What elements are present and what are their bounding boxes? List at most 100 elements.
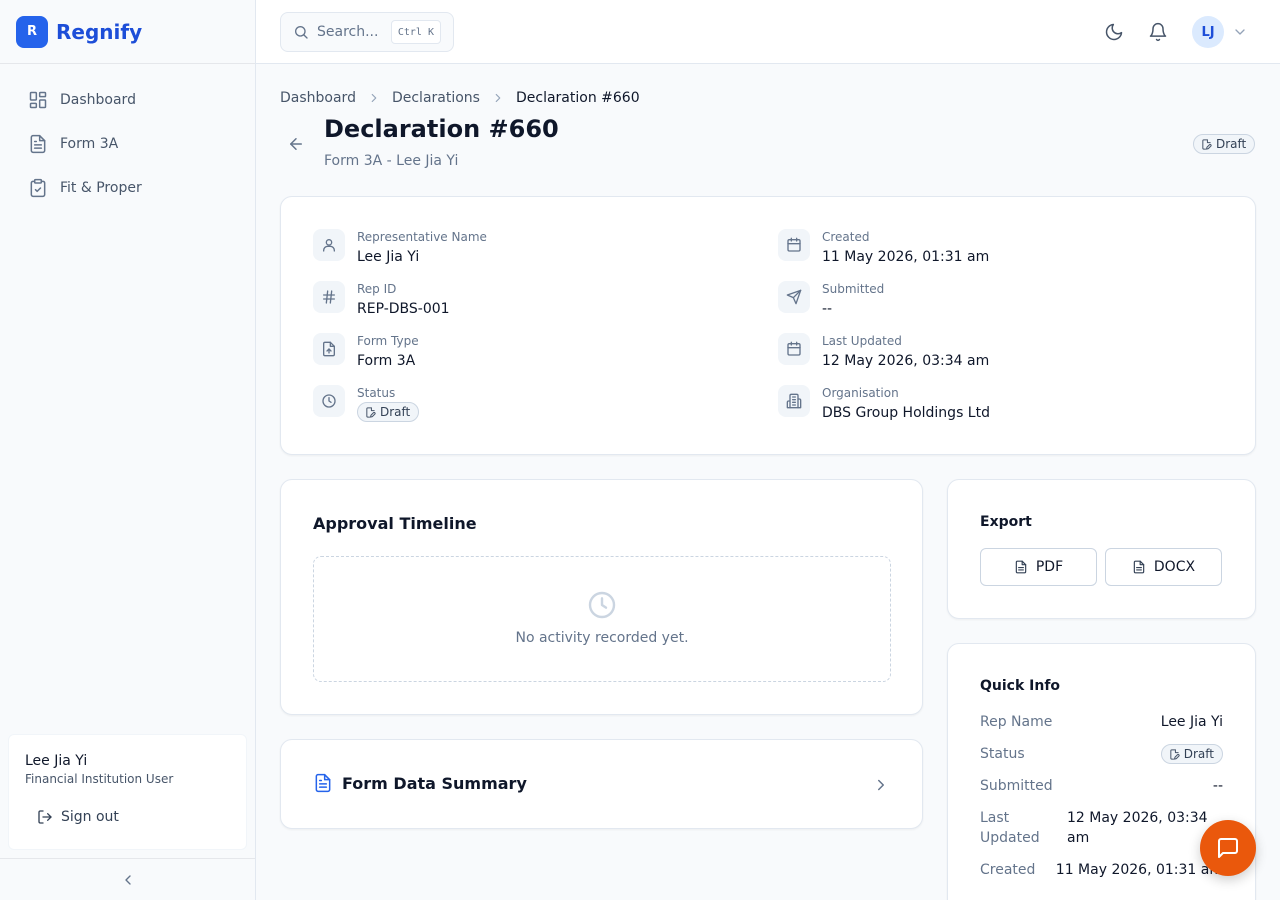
- status-badge-label: Draft: [1216, 137, 1247, 151]
- sidebar-item-label: Form 3A: [60, 136, 119, 152]
- theme-toggle-button[interactable]: [1102, 20, 1126, 44]
- status-badge: Draft: [1193, 134, 1256, 154]
- user-role: Financial Institution User: [25, 772, 174, 786]
- breadcrumb: Dashboard Declarations Declaration #660: [280, 88, 640, 108]
- status-badge-label: Draft: [380, 405, 411, 419]
- field-status: Status Draft: [313, 385, 420, 422]
- chevron-down-icon[interactable]: [1232, 24, 1248, 40]
- hash-icon: [313, 281, 345, 313]
- chevron-right-icon: [491, 91, 505, 105]
- log-out-icon: [37, 809, 53, 825]
- brand-logo: R: [16, 15, 48, 48]
- field-label: Created: [822, 230, 870, 244]
- file-text-icon: [313, 773, 333, 793]
- quick-info-value: 12 May 2026, 03:34: [1067, 810, 1208, 826]
- field-form-type: Form Type Form 3A: [313, 333, 419, 371]
- chat-button[interactable]: [1200, 820, 1256, 876]
- field-value: --: [822, 301, 833, 317]
- quick-info-value: 11 May 2026, 01:31 am: [1055, 862, 1223, 878]
- search-shortcut: Ctrl K: [390, 20, 441, 44]
- field-rep-id: Rep ID REP-DBS-001: [313, 281, 450, 319]
- timeline-empty-text: No activity recorded yet.: [515, 630, 689, 646]
- quick-info-label: Updated: [980, 830, 1040, 846]
- message-square-icon: [1216, 836, 1240, 860]
- export-docx-button[interactable]: DOCX: [1105, 548, 1222, 586]
- avatar[interactable]: LJ: [1192, 16, 1224, 48]
- clock-icon: [313, 385, 345, 417]
- field-organisation: Organisation DBS Group Holdings Ltd: [778, 385, 990, 423]
- clock-icon: [586, 589, 618, 621]
- user-icon: [313, 229, 345, 261]
- breadcrumb-dashboard[interactable]: Dashboard: [280, 90, 356, 106]
- status-badge: Draft: [1160, 744, 1223, 764]
- user-card: Lee Jia Yi Financial Institution User Si…: [8, 734, 247, 850]
- search-input[interactable]: Search... Ctrl K: [280, 12, 454, 52]
- field-label: Organisation: [822, 386, 899, 400]
- field-label: Last Updated: [822, 334, 902, 348]
- layout-grid-icon: [28, 90, 48, 110]
- approval-timeline-card: Approval Timeline No activity recorded y…: [280, 479, 923, 715]
- sidebar: R Regnify Dashboard Form 3A Fit & Proper…: [0, 0, 256, 900]
- field-label: Submitted: [822, 282, 885, 296]
- sign-out-button[interactable]: Sign out: [21, 805, 127, 829]
- form-data-summary-toggle[interactable]: Form Data Summary: [280, 739, 923, 829]
- quick-info-value: --: [1212, 778, 1223, 794]
- page-subtitle: Form 3A - Lee Jia Yi: [324, 153, 459, 169]
- export-docx-label: DOCX: [1153, 559, 1196, 575]
- sidebar-item-label: Dashboard: [60, 92, 136, 108]
- sidebar-collapse-button[interactable]: [0, 858, 255, 900]
- file-text-icon: [1132, 560, 1146, 574]
- file-text-icon: [28, 134, 48, 154]
- field-created: Created 11 May 2026, 01:31 am: [778, 229, 989, 267]
- chevron-left-icon: [120, 872, 136, 888]
- file-pen-icon: [365, 406, 376, 418]
- sign-out-label: Sign out: [61, 809, 119, 825]
- quick-info-label: Rep Name: [980, 714, 1053, 730]
- field-value: Lee Jia Yi: [357, 249, 420, 265]
- sidebar-item-fit-proper[interactable]: Fit & Proper: [16, 168, 239, 208]
- quick-info-value: am: [1067, 830, 1090, 846]
- quick-info-title: Quick Info: [980, 678, 1061, 694]
- top-bar: Search... Ctrl K LJ: [256, 0, 1280, 64]
- notifications-button[interactable]: [1146, 20, 1170, 44]
- export-pdf-button[interactable]: PDF: [980, 548, 1097, 586]
- field-label: Representative Name: [357, 230, 487, 244]
- search-icon: [293, 24, 309, 40]
- status-badge-label: Draft: [1183, 747, 1214, 761]
- back-button[interactable]: [284, 132, 308, 156]
- sidebar-item-dashboard[interactable]: Dashboard: [16, 80, 239, 120]
- building-icon: [778, 385, 810, 417]
- field-value: DBS Group Holdings Ltd: [822, 405, 990, 421]
- status-badge: Draft: [357, 402, 420, 422]
- brand[interactable]: R Regnify: [0, 0, 255, 64]
- export-title: Export: [980, 514, 1032, 530]
- field-value: 12 May 2026, 03:34 am: [822, 353, 990, 369]
- sidebar-item-label: Fit & Proper: [60, 180, 142, 196]
- field-value: Form 3A: [357, 353, 416, 369]
- quick-info-value: Lee Jia Yi: [1160, 714, 1223, 730]
- field-value: REP-DBS-001: [357, 301, 450, 317]
- breadcrumb-declarations[interactable]: Declarations: [392, 90, 480, 106]
- chevron-right-icon: [872, 776, 890, 794]
- summary-title: Form Data Summary: [342, 773, 527, 793]
- calendar-icon: [778, 229, 810, 261]
- sidebar-item-form-3a[interactable]: Form 3A: [16, 124, 239, 164]
- arrow-left-icon: [287, 135, 305, 153]
- field-label: Rep ID: [357, 282, 397, 296]
- field-value: 11 May 2026, 01:31 am: [822, 249, 990, 265]
- quick-info-label: Status: [980, 746, 1025, 762]
- field-representative-name: Representative Name Lee Jia Yi: [313, 229, 487, 267]
- brand-name: Regnify: [56, 19, 143, 44]
- quick-info-label: Last: [980, 810, 1010, 826]
- field-label: Form Type: [357, 334, 419, 348]
- field-label: Status: [357, 386, 396, 400]
- chevron-right-icon: [367, 91, 381, 105]
- quick-info-label: Created: [980, 862, 1036, 878]
- export-card: Export PDF DOCX: [947, 479, 1256, 619]
- clipboard-check-icon: [28, 178, 48, 198]
- file-pen-icon: [1169, 748, 1180, 760]
- export-pdf-label: PDF: [1035, 559, 1064, 575]
- search-placeholder: Search...: [317, 24, 379, 40]
- file-pen-icon: [1201, 138, 1212, 150]
- timeline-empty-state: No activity recorded yet.: [313, 556, 891, 682]
